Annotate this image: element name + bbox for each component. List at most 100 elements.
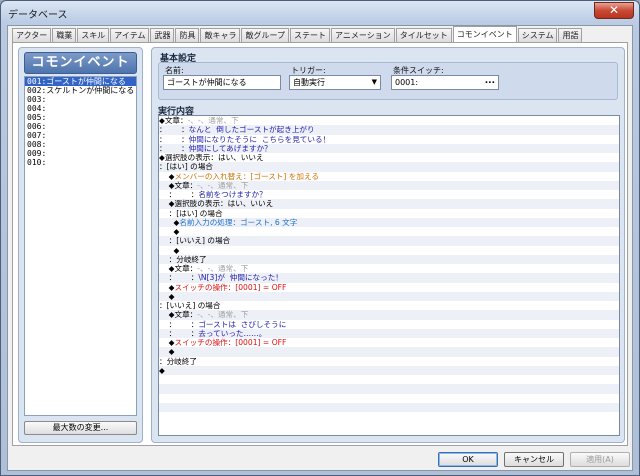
command-line[interactable]: ：[はい] の場合 [159,209,619,218]
command-line[interactable]: ◆ [159,365,619,375]
command-line[interactable]: ◆文章：-、-、通常、下 [159,180,619,190]
trigger-select[interactable]: 自動実行 ▼ [289,75,381,90]
command-text: ゴーストは さびしそうに [198,319,287,329]
command-text: ◆ [159,347,175,357]
command-line[interactable]: ◆選択肢の表示：はい、いいえ [159,153,619,162]
command-text: ：分岐終了 [159,356,197,366]
command-line[interactable]: ◆文章：-、-、通常、下 [159,116,619,125]
command-line[interactable]: ◆文章：-、-、通常、下 [159,264,619,273]
close-icon: ✕ [608,3,620,17]
list-item[interactable]: 010: [25,158,136,167]
list-item[interactable]: 009: [25,149,136,158]
tab-9[interactable]: アニメーション [331,28,395,42]
event-command-list[interactable]: ◆文章：-、-、通常、下： ：なんと 倒したゴーストが起き上がり： ：仲間になり… [158,115,620,436]
command-text: ： ： [159,190,199,199]
command-text: ：分岐終了 [159,254,207,264]
command-line[interactable]: ： ：仲間になりたそうに こちらを見ている！ [159,135,619,144]
command-text: なんと 倒したゴーストが起き上がり [188,125,315,135]
name-input[interactable]: ゴーストが仲間になる [163,75,281,90]
command-text: ◆文章： [159,264,198,273]
tab-8[interactable]: ステート [290,28,331,42]
command-text: 仲間になりたそうに こちらを見ている！ [188,134,331,144]
command-line[interactable] [159,375,619,384]
command-line[interactable] [159,402,619,412]
ok-button[interactable]: OK [438,452,498,467]
basic-settings-group: 名前: ゴーストが仲間になる トリガー: 自動実行 ▼ 条件スイッチ: 0001… [158,62,618,100]
switch-browse-button[interactable]: ... [485,76,495,88]
command-line[interactable] [159,384,619,394]
list-item[interactable]: 007: [25,131,136,140]
list-item[interactable]: 001:ゴーストが仲間になる [25,77,136,86]
command-line[interactable]: ：分岐終了 [159,254,619,264]
command-text: ◆ [159,365,165,375]
command-line[interactable]: ：[いいえ] の場合 [159,236,619,246]
event-list[interactable]: 001:ゴーストが仲間になる 002:スケルトンが仲間になる 003: 004: 005… [24,76,137,416]
change-max-button[interactable]: 最大数の変更... [24,421,137,435]
command-line[interactable]: ： ：仲間にしてあげますか？ [159,143,619,153]
tab-11[interactable]: コモンイベント [452,26,517,42]
command-line[interactable]: ◆名前入力の処理：ゴースト, 6 文字 [159,217,619,227]
list-item[interactable]: 002:スケルトンが仲間になる [25,86,136,95]
list-item[interactable]: 003: [25,95,136,104]
cancel-button[interactable]: キャンセル [504,452,564,467]
tab-4[interactable]: 武器 [150,28,175,42]
condition-switch-field[interactable]: 0001: ... [391,75,499,90]
command-text: ◆ [159,282,175,292]
command-line[interactable]: ◆ [159,291,619,301]
command-text: \N[3]が 仲間になった！ [198,273,283,283]
event-list-panel: コモンイベント 001:ゴーストが仲間になる 002:スケルトンが仲間になる 003… [18,47,143,443]
command-line[interactable]: ◆文章：-、-、通常、下 [159,310,619,320]
chevron-down-icon: ▼ [371,78,377,86]
command-line[interactable]: ◆メンバーの入れ替え：[ゴースト] を加える [159,172,619,181]
command-line[interactable] [159,412,619,421]
common-event-panel: コモンイベント 001:ゴーストが仲間になる 002:スケルトンが仲間になる 003… [12,42,628,446]
tab-1[interactable]: 職業 [52,28,77,42]
command-text: ◆文章： [159,310,198,320]
command-line[interactable]: ：分岐終了 [159,357,619,366]
event-detail-panel: 基本設定 名前: ゴーストが仲間になる トリガー: 自動実行 ▼ 条件スイッチ:… [151,47,625,443]
tab-12[interactable]: システム [517,28,558,42]
command-line[interactable]: ◆ [159,347,619,357]
command-line[interactable]: ◆ [159,246,619,255]
tab-2[interactable]: スキル [77,28,110,42]
command-text: ◆文章： [159,180,198,190]
command-line[interactable]: ： ：去っていった……。 [159,328,619,338]
command-text: ◆ [159,245,180,255]
list-item[interactable]: 005: [25,113,136,122]
command-text: ◆ [159,171,175,181]
command-line[interactable]: ◆選択肢の表示：はい、いいえ [159,199,619,209]
command-text: ：[はい] の場合 [159,162,213,172]
tab-13[interactable]: 用語 [558,28,583,42]
command-line[interactable]: ： ：ゴーストは さびしそうに [159,320,619,329]
list-item[interactable]: 006: [25,122,136,131]
title-bar[interactable]: データベース ✕ [1,1,639,23]
tab-5[interactable]: 防具 [175,28,200,42]
command-line[interactable]: ： ：\N[3]が 仲間になった！ [159,273,619,283]
command-line[interactable]: ◆スイッチの操作：[0001] = OFF [159,338,619,347]
list-title: コモンイベント [24,52,137,74]
database-window: データベース ✕ アクター 職業 スキル アイテム 武器 防具 敵キャラ 敵グループ ステートア… [0,0,640,476]
tab-10[interactable]: タイルセット [395,28,452,42]
tab-7[interactable]: 敵グループ [241,28,290,42]
command-line[interactable]: ： ：名前をつけますか？ [159,190,619,199]
command-line[interactable]: ：[いいえ] の場合 [159,301,619,310]
command-text: ： ： [159,134,189,144]
command-text: ： ： [159,125,189,135]
command-line[interactable]: ：[はい] の場合 [159,162,619,172]
command-text: 名前をつけますか？ [198,190,267,199]
list-item[interactable]: 004: [25,104,136,113]
command-text: -、-、通常、下 [197,310,249,320]
command-text: ◆ [159,338,175,347]
command-line[interactable]: ◆ [159,227,619,236]
tab-6[interactable]: 敵キャラ [200,28,241,42]
tab-3[interactable]: アイテム [110,28,150,42]
command-line[interactable]: ◆スイッチの操作：[0001] = OFF [159,283,619,292]
tab-0[interactable]: アクター [12,28,52,42]
command-line[interactable] [159,394,619,403]
list-item[interactable]: 008: [25,140,136,149]
command-line[interactable]: ： ：なんと 倒したゴーストが起き上がり [159,125,619,135]
command-text: ◆文章： [159,116,188,125]
tab-bar: アクター 職業 スキル アイテム 武器 防具 敵キャラ 敵グループ ステート アニメーション タイル… [12,26,583,42]
apply-button[interactable]: 適用(A) [570,452,630,467]
close-button[interactable]: ✕ [594,2,634,19]
